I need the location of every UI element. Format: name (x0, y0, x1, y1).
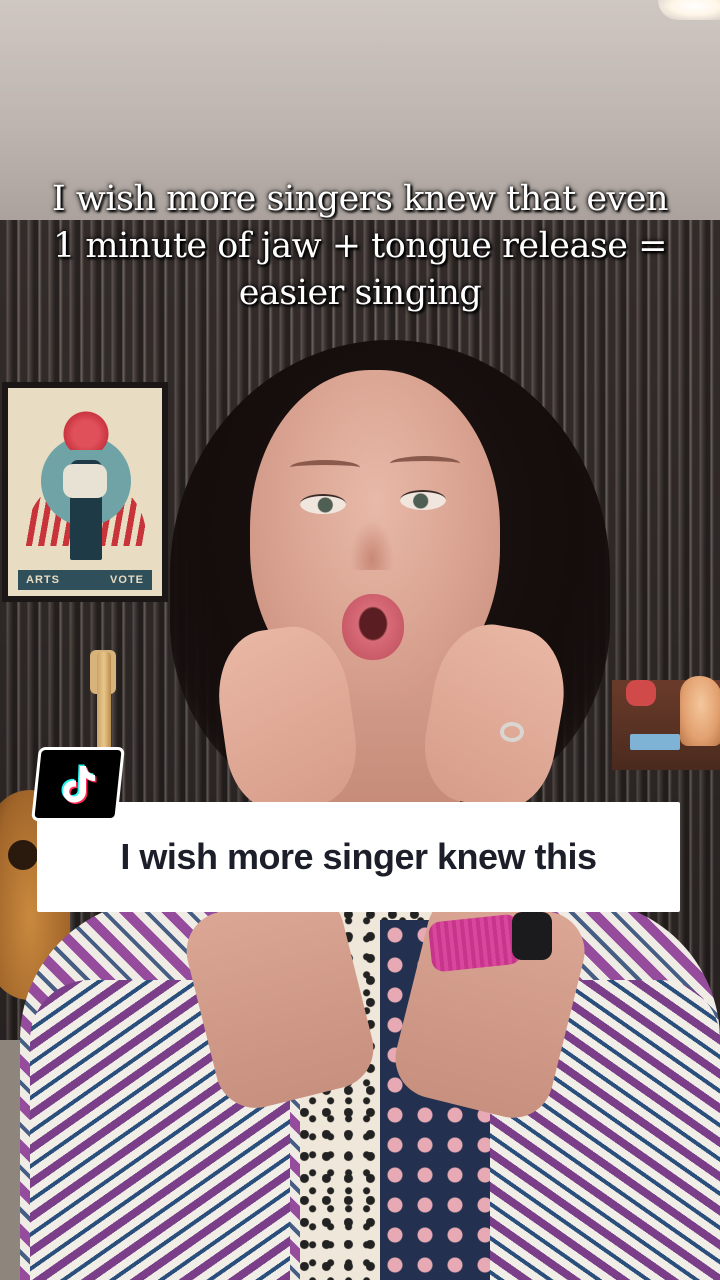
tiktok-logo-icon (34, 750, 122, 818)
text-banner: I wish more singer knew this (37, 802, 680, 912)
poster-right-word: VOTE (110, 574, 144, 586)
ring (500, 722, 524, 742)
red-figurine (626, 680, 656, 706)
salt-lamp (680, 676, 720, 746)
poster-left-word: ARTS (26, 574, 60, 586)
watch-face (512, 912, 552, 960)
video-frame: ARTS VOTE I wish more singers knew that … (0, 0, 720, 1280)
left-eyebrow (290, 460, 360, 475)
blue-box (630, 734, 680, 750)
nose (350, 520, 394, 570)
ceiling-light (658, 0, 720, 20)
tiktok-note-icon (61, 764, 97, 804)
right-eye (400, 490, 446, 510)
wall-poster: ARTS VOTE (2, 382, 168, 602)
banner-text: I wish more singer knew this (120, 836, 597, 877)
pink-watch-band (427, 913, 523, 973)
left-eye (300, 494, 346, 514)
poster-flower (58, 410, 114, 450)
poster-artwork: ARTS VOTE (8, 388, 162, 596)
poster-fist (63, 464, 107, 498)
open-mouth (342, 594, 404, 660)
poster-band: ARTS VOTE (18, 570, 152, 590)
video-caption: I wish more singers knew that even 1 min… (51, 179, 669, 313)
right-eyebrow (390, 456, 460, 471)
guitar-soundhole (8, 840, 38, 870)
